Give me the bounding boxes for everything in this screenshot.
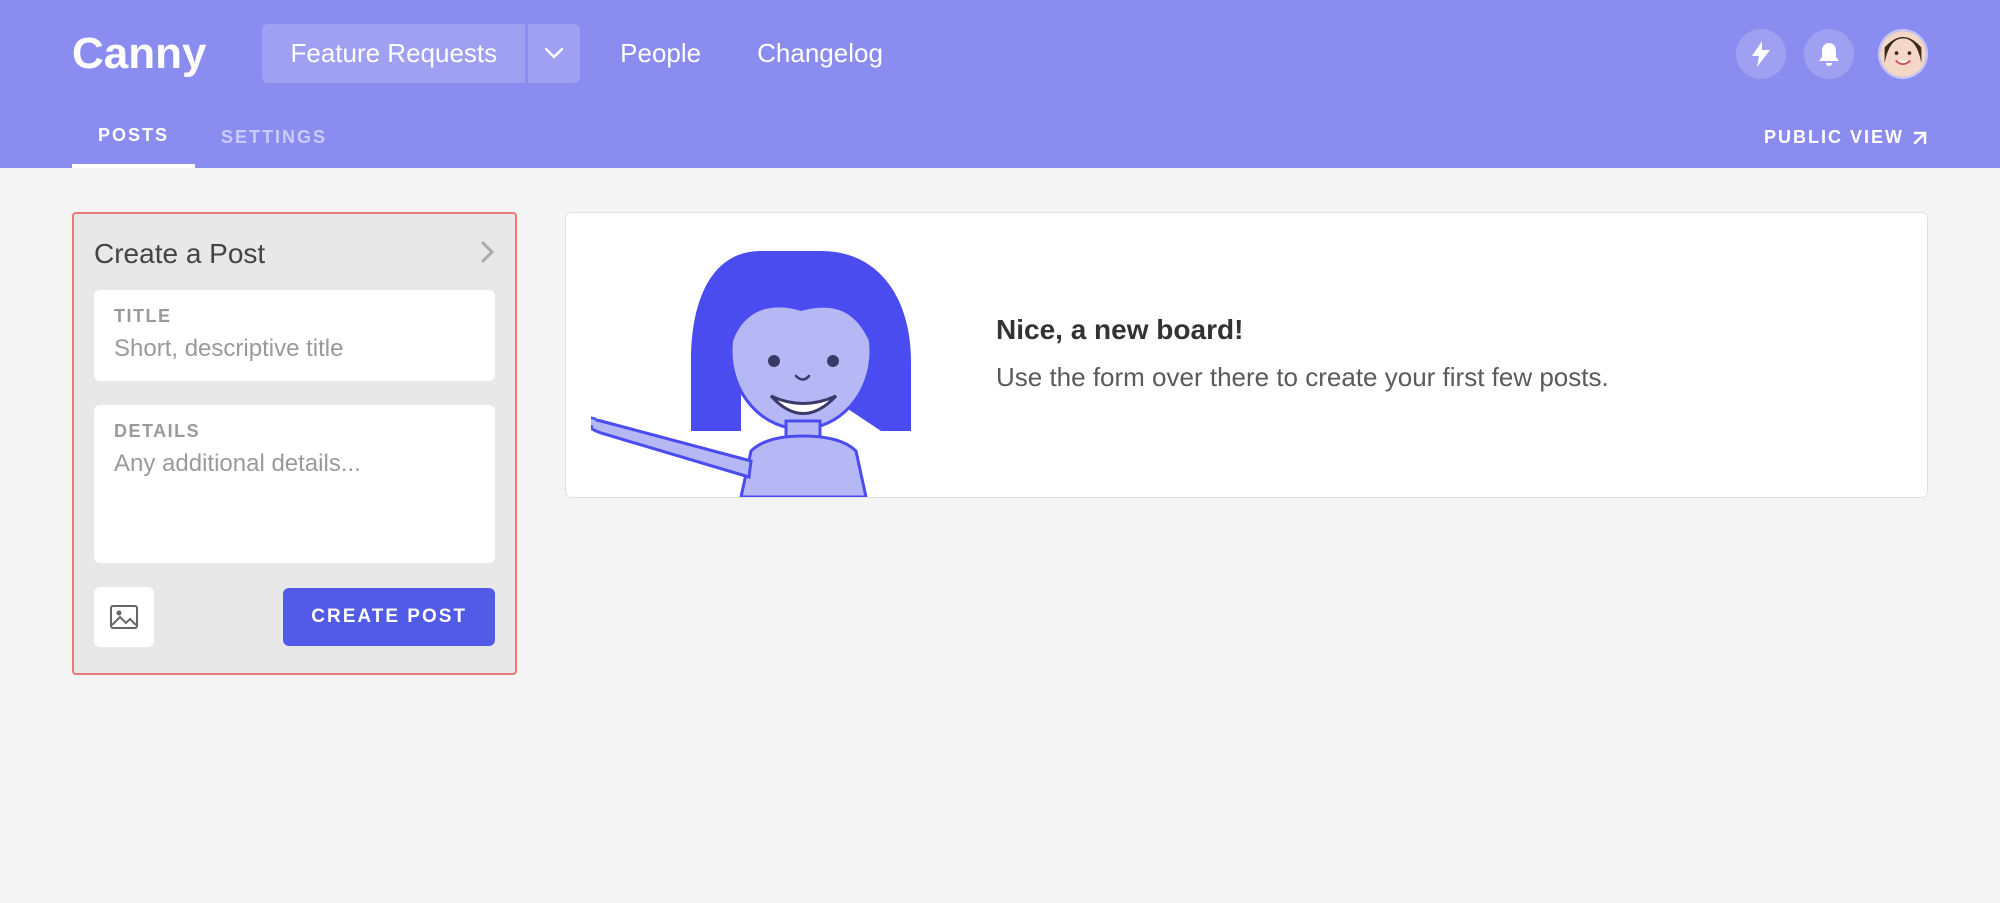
details-field: DETAILS bbox=[94, 405, 495, 563]
pointing-illustration bbox=[566, 213, 976, 497]
details-label: DETAILS bbox=[114, 421, 475, 442]
attach-image-button[interactable] bbox=[94, 587, 154, 647]
board-empty-card: Nice, a new board! Use the form over the… bbox=[565, 212, 1928, 498]
bell-icon[interactable] bbox=[1804, 29, 1854, 79]
nav-changelog[interactable]: Changelog bbox=[757, 38, 883, 69]
title-field: TITLE bbox=[94, 290, 495, 381]
create-post-card: Create a Post TITLE DETAILS CREATE POST bbox=[72, 212, 517, 675]
external-icon bbox=[1912, 130, 1928, 146]
board-empty-title: Nice, a new board! bbox=[996, 314, 1887, 346]
board-empty-description: Use the form over there to create your f… bbox=[996, 358, 1887, 397]
public-view-label: PUBLIC VIEW bbox=[1764, 127, 1904, 148]
title-input[interactable] bbox=[114, 335, 475, 363]
details-input[interactable] bbox=[114, 450, 475, 540]
title-label: TITLE bbox=[114, 306, 475, 327]
create-post-button[interactable]: CREATE POST bbox=[283, 588, 495, 646]
board-selector-label[interactable]: Feature Requests bbox=[262, 24, 525, 83]
create-post-heading: Create a Post bbox=[94, 238, 265, 270]
chevron-right-icon[interactable] bbox=[481, 241, 495, 268]
public-view-link[interactable]: PUBLIC VIEW bbox=[1764, 109, 1928, 166]
tab-settings[interactable]: SETTINGS bbox=[195, 109, 353, 166]
lightning-icon[interactable] bbox=[1736, 29, 1786, 79]
app-logo[interactable]: Canny bbox=[72, 29, 206, 79]
nav-people[interactable]: People bbox=[620, 38, 701, 69]
chevron-down-icon[interactable] bbox=[528, 24, 580, 83]
user-avatar[interactable] bbox=[1878, 29, 1928, 79]
app-header: Canny Feature Requests People Changelog … bbox=[0, 0, 2000, 168]
image-icon bbox=[110, 605, 138, 629]
tab-posts[interactable]: POSTS bbox=[72, 107, 195, 168]
board-selector[interactable]: Feature Requests bbox=[262, 24, 580, 83]
